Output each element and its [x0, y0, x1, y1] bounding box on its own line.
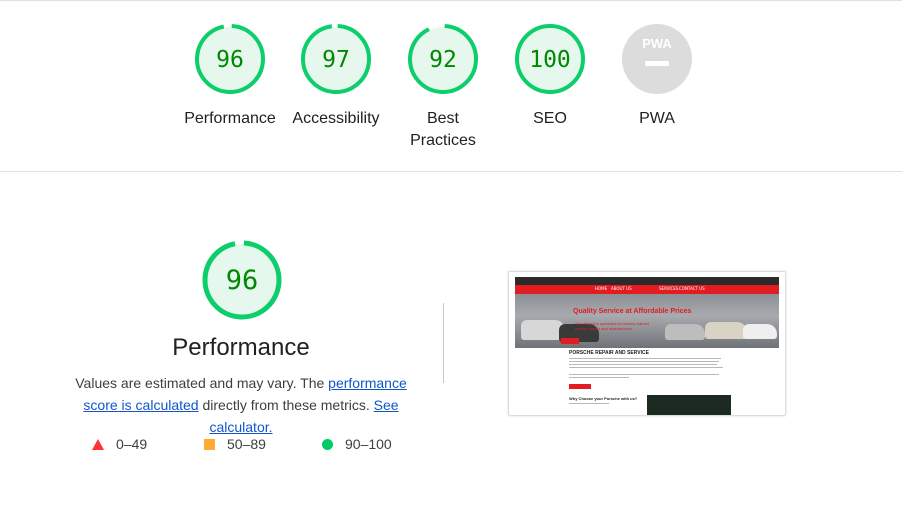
site-nav-item: CONTACT US: [679, 286, 705, 291]
text-line: [569, 374, 719, 375]
legend-item-pass: 90–100: [322, 436, 392, 452]
gauge-label: Performance: [184, 110, 276, 127]
circle-icon: [322, 438, 333, 450]
final-screenshot-thumbnail[interactable]: HOME ABOUT US SERVICES CONTACT US Qualit…: [508, 271, 786, 416]
pwa-badge-icon: PWA: [622, 24, 692, 94]
gauge-ring: 92: [408, 23, 478, 94]
gauge-performance[interactable]: 96 Performance: [175, 22, 285, 130]
site-nav-item: HOME: [595, 286, 608, 291]
performance-title: Performance: [172, 334, 310, 361]
legend-range: 50–89: [227, 436, 266, 452]
gauge-ring: 100: [515, 23, 585, 94]
site-hero-button: [561, 338, 579, 344]
text-line: [569, 358, 721, 359]
site-why-title: Why Choose your Porsche with us?: [569, 396, 638, 401]
gauge-label: PWA: [639, 110, 675, 127]
gauge-ring: 96: [195, 23, 265, 94]
performance-score: 96: [226, 265, 259, 296]
square-icon: [204, 438, 215, 450]
gauge-score: 97: [322, 47, 350, 73]
text-line: [569, 367, 723, 368]
text-line: [569, 361, 719, 362]
legend-item-average: 50–89: [204, 436, 266, 452]
text-line: [569, 377, 629, 378]
legend-range: 0–49: [116, 436, 148, 452]
pwa-badge-text: PWA: [642, 36, 672, 51]
site-section-title: PORSCHE REPAIR AND SERVICE: [569, 350, 649, 356]
car-shape: [743, 324, 777, 339]
gauge-label: SEO: [533, 110, 567, 127]
triangle-icon: [92, 438, 104, 450]
site-photo: [647, 395, 731, 415]
top-divider: [0, 0, 902, 1]
description-text-middle: directly from these metrics.: [198, 397, 374, 413]
section-divider: [0, 171, 902, 172]
gauge-accessibility[interactable]: 97 Accessibility: [281, 22, 391, 130]
site-hero-image: Quality Service at Affordable Prices You…: [515, 294, 779, 348]
gauge-score: 92: [429, 47, 457, 73]
performance-gauge-large: 96: [201, 239, 283, 321]
site-nav-item: ABOUT US: [611, 286, 632, 291]
text-line: [569, 364, 717, 365]
site-nav-item: SERVICES: [659, 286, 679, 291]
vertical-divider: [443, 303, 444, 383]
site-hero-subtitle: Your Porsche specialist for factory-trai…: [575, 321, 649, 331]
gauge-seo[interactable]: 100 SEO: [495, 22, 605, 130]
site-red-button: [569, 384, 591, 389]
gauge-score: 100: [529, 47, 571, 73]
dash-icon: [645, 61, 669, 66]
car-shape: [665, 324, 705, 340]
site-navbar: HOME ABOUT US SERVICES CONTACT US: [515, 285, 779, 294]
text-line: [569, 403, 609, 404]
performance-description: Values are estimated and may vary. The p…: [60, 372, 422, 438]
car-shape: [705, 322, 747, 339]
gauge-best-practices[interactable]: 92 Best Practices: [388, 22, 498, 152]
site-topbar: [515, 277, 779, 285]
legend-item-fail: 0–49: [92, 436, 147, 452]
legend-range: 90–100: [345, 436, 392, 452]
gauge-ring: 97: [301, 23, 371, 94]
gauge-label: Best Practices: [410, 110, 476, 149]
gauge-label: Accessibility: [292, 110, 380, 127]
site-hero-subtitle-line: service, repair and maintenance: [575, 326, 632, 331]
gauge-score: 96: [216, 47, 244, 73]
site-hero-title: Quality Service at Affordable Prices: [573, 308, 692, 315]
description-text: Values are estimated and may vary. The: [75, 375, 329, 391]
gauge-pwa[interactable]: PWA PWA: [602, 22, 712, 130]
